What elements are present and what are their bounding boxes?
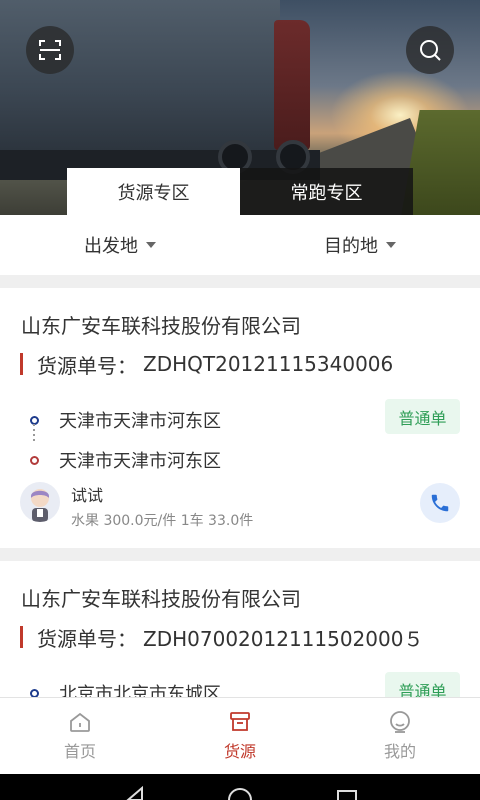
- system-navigation-bar: [0, 774, 480, 800]
- phone-icon: [431, 494, 449, 512]
- avatar-icon: [31, 489, 49, 522]
- departure-filter-label: 出发地: [84, 236, 138, 257]
- nav-cargo[interactable]: 货源: [160, 698, 320, 774]
- accent-bar: [20, 353, 23, 375]
- caret-down-icon: [146, 242, 156, 248]
- company-name: 山东广安车联科技股份有限公司: [21, 587, 301, 611]
- company-name: 山东广安车联科技股份有限公司: [21, 314, 301, 338]
- bottom-nav: 首页 货源 我的: [0, 697, 480, 774]
- order-number-row: 货源单号： ZDHQT20121115340006: [20, 352, 394, 378]
- search-button[interactable]: [406, 26, 454, 74]
- publisher-name: 试试: [71, 486, 104, 505]
- origin-text: 天津市天津市河东区: [59, 411, 221, 432]
- order-number: ZDH07002012111502000５: [143, 626, 424, 651]
- hero-banner: 货源专区 常跑专区: [0, 0, 480, 215]
- profile-icon: [390, 711, 410, 733]
- accent-bar: [20, 626, 23, 648]
- nav-cargo-label: 货源: [223, 742, 256, 761]
- tab-regular-routes[interactable]: 常跑专区: [240, 168, 413, 215]
- nav-home-label: 首页: [63, 742, 96, 761]
- system-nav-icons: [126, 785, 357, 800]
- route-origin: 天津市天津市河东区: [26, 400, 221, 440]
- order-number-label: 货源单号：: [37, 626, 137, 651]
- nav-home[interactable]: 首页: [0, 698, 160, 774]
- truck-trailer: [0, 0, 280, 160]
- home-icon: [70, 712, 90, 732]
- filter-bar: 出发地 目的地: [0, 215, 480, 275]
- order-number-row: 货源单号： ZDH07002012111502000５: [20, 625, 424, 651]
- order-number: ZDHQT20121115340006: [143, 352, 394, 376]
- destination-filter[interactable]: 目的地: [240, 232, 480, 258]
- order-type-badge: 普通单: [385, 399, 460, 434]
- search-icon: [420, 40, 441, 61]
- destination-text: 天津市天津市河东区: [59, 451, 221, 472]
- cargo-card[interactable]: 山东广安车联科技股份有限公司 货源单号： ZDH0700201211150200…: [0, 561, 480, 701]
- tab-cargo-zone[interactable]: 货源专区: [67, 168, 240, 215]
- cargo-detail: 水果 300.0元/件 1车 33.0件: [71, 513, 254, 529]
- destination-dot-icon: [30, 455, 39, 465]
- route: 天津市天津市河东区 天津市天津市河东区: [26, 400, 221, 480]
- home-circle-icon: [228, 788, 252, 800]
- call-button[interactable]: [420, 483, 460, 523]
- destination-filter-label: 目的地: [324, 236, 378, 257]
- back-icon: [126, 785, 143, 800]
- caret-down-icon: [386, 242, 396, 248]
- avatar: [20, 482, 60, 522]
- truck-cab: [274, 20, 310, 150]
- recent-apps-icon: [337, 790, 357, 800]
- scan-icon: [39, 40, 61, 60]
- nav-profile-label: 我的: [383, 742, 416, 761]
- route-destination: 天津市天津市河东区: [26, 440, 221, 480]
- order-number-label: 货源单号：: [37, 353, 137, 378]
- departure-filter[interactable]: 出发地: [0, 232, 240, 258]
- cargo-card[interactable]: 山东广安车联科技股份有限公司 货源单号： ZDHQT20121115340006…: [0, 288, 480, 548]
- nav-profile[interactable]: 我的: [320, 698, 480, 774]
- box-icon: [230, 712, 250, 731]
- scan-button[interactable]: [26, 26, 74, 74]
